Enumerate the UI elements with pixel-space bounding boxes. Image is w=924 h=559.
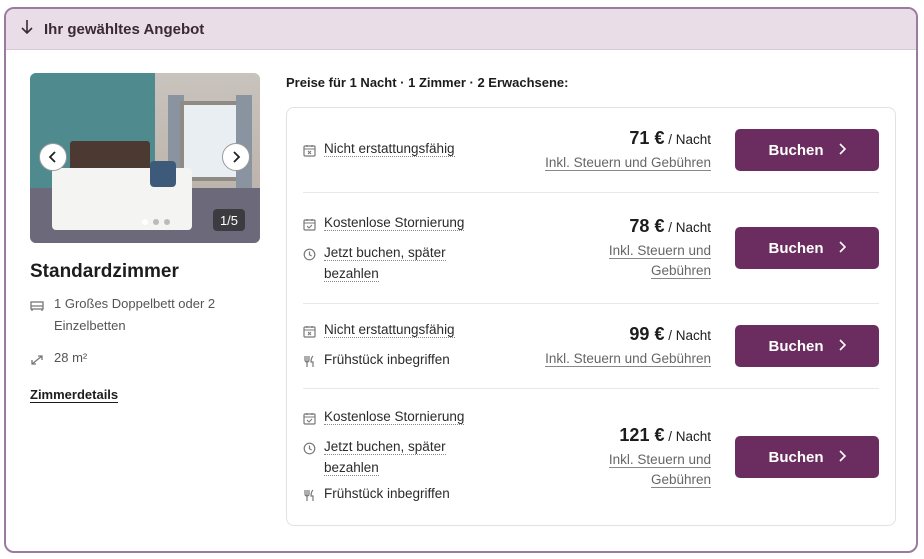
room-bed-info: 1 Großes Doppelbett oder 2 Einzelbetten: [30, 293, 262, 337]
tax-info-link[interactable]: Inkl. Steuern und Gebühren: [531, 241, 711, 281]
chevron-right-icon: [233, 151, 241, 163]
chevron-right-icon: [838, 240, 846, 257]
offer-feature-label: Frühstück inbegriffen: [324, 351, 450, 367]
tax-info-link[interactable]: Inkl. Steuern und Gebühren: [531, 450, 711, 490]
book-button[interactable]: Buchen: [735, 129, 879, 171]
price-amount: 99 €: [629, 323, 665, 344]
offer-row: Nicht erstattungsfähig Frühstück inbegrif…: [303, 304, 879, 389]
offers-list: Nicht erstattungsfähig 71 € / Nacht Inkl. …: [286, 107, 896, 526]
calendar-check-icon: [303, 406, 317, 431]
photo-next-button[interactable]: [222, 143, 250, 171]
offer-row: Nicht erstattungsfähig 71 € / Nacht Inkl. …: [303, 108, 879, 193]
offer-feature[interactable]: Nicht erstattungsfähig: [303, 319, 523, 344]
offer-features: Nicht erstattungsfähig Frühstück inbegrif…: [303, 304, 523, 389]
clock-icon: [303, 242, 317, 284]
arrow-down-icon: [20, 19, 34, 40]
chevron-right-icon: [838, 142, 846, 159]
room-panel: 1/5 Standardzimmer 1 Großes Doppelbett o…: [30, 73, 262, 404]
book-button-label: Buchen: [768, 337, 824, 355]
offer-row: Kostenlose Stornierung Jetzt buchen, spät…: [303, 389, 879, 525]
offer-feature-label: Jetzt buchen, später bezahlen: [324, 439, 446, 476]
offer-feature-label: Kostenlose Stornierung: [324, 409, 465, 425]
price-amount: 121 €: [619, 424, 665, 445]
book-button[interactable]: Buchen: [735, 325, 879, 367]
book-button[interactable]: Buchen: [735, 227, 879, 269]
calendar-x-icon: [303, 138, 317, 163]
room-bed-text: 1 Großes Doppelbett oder 2 Einzelbetten: [54, 296, 216, 333]
offer-feature-label: Jetzt buchen, später bezahlen: [324, 245, 446, 282]
photo-prev-button[interactable]: [39, 143, 67, 171]
offer-feature: Frühstück inbegriffen: [303, 483, 523, 508]
offer-feature-label: Frühstück inbegriffen: [324, 486, 450, 501]
offer-price: 99 € / Nacht Inkl. Steuern und Gebühren: [531, 324, 719, 369]
offers-heading: Preise für 1 Nacht · 1 Zimmer · 2 Erwach…: [286, 75, 569, 90]
room-size-info: 28 m²: [30, 347, 262, 373]
price-unit: / Nacht: [664, 219, 711, 235]
card-header[interactable]: Ihr gewähltes Angebot: [6, 9, 916, 50]
calendar-check-icon: [303, 212, 317, 237]
room-size-text: 28 m²: [54, 350, 88, 365]
offer-feature[interactable]: Nicht erstattungsfähig: [303, 138, 523, 163]
room-name: Standardzimmer: [30, 261, 179, 282]
price-unit: / Nacht: [664, 428, 711, 444]
room-details-link[interactable]: Zimmerdetails: [30, 387, 119, 403]
price-amount: 71 €: [629, 127, 665, 148]
price-unit: / Nacht: [664, 327, 711, 343]
offer-features: Kostenlose Stornierung Jetzt buchen, spät…: [303, 391, 523, 523]
offer-feature-label: Nicht erstattungsfähig: [324, 140, 455, 157]
expand-icon: [30, 347, 46, 373]
cutlery-icon: [303, 483, 317, 508]
offer-feature: Frühstück inbegriffen: [303, 349, 523, 374]
offer-price: 78 € / Nacht Inkl. Steuern und Gebühren: [531, 216, 719, 281]
price-amount: 78 €: [629, 215, 665, 236]
tax-info-link[interactable]: Inkl. Steuern und Gebühren: [531, 349, 711, 369]
chevron-right-icon: [838, 338, 846, 355]
price-unit: / Nacht: [664, 131, 711, 147]
offer-feature[interactable]: Jetzt buchen, später bezahlen: [303, 242, 523, 284]
offer-features: Nicht erstattungsfähig: [303, 123, 523, 178]
book-button-label: Buchen: [768, 239, 824, 257]
offer-feature[interactable]: Kostenlose Stornierung: [303, 212, 523, 237]
book-button-label: Buchen: [768, 141, 824, 159]
clock-icon: [303, 436, 317, 478]
bed-icon: [30, 293, 46, 337]
book-button-label: Buchen: [768, 448, 824, 466]
offer-feature[interactable]: Jetzt buchen, später bezahlen: [303, 436, 523, 478]
offers-panel: Preise für 1 Nacht · 1 Zimmer · 2 Erwach…: [286, 75, 896, 526]
cutlery-icon: [303, 349, 317, 374]
offer-price: 121 € / Nacht Inkl. Steuern und Gebühren: [531, 425, 719, 490]
calendar-x-icon: [303, 319, 317, 344]
card-title: Ihr gewähltes Angebot: [44, 20, 205, 38]
selected-offer-card: Ihr gewähltes Angebot 1/5 Standardzimmer: [4, 7, 918, 553]
book-button[interactable]: Buchen: [735, 436, 879, 478]
offer-feature[interactable]: Kostenlose Stornierung: [303, 406, 523, 431]
offer-feature-label: Nicht erstattungsfähig: [324, 321, 455, 338]
offer-feature-label: Kostenlose Stornierung: [324, 215, 465, 231]
photo-dots[interactable]: [142, 219, 170, 225]
room-photo[interactable]: 1/5: [30, 73, 260, 243]
tax-info-link[interactable]: Inkl. Steuern und Gebühren: [531, 153, 711, 173]
offer-features: Kostenlose Stornierung Jetzt buchen, spät…: [303, 197, 523, 299]
photo-counter: 1/5: [213, 209, 245, 231]
chevron-right-icon: [838, 449, 846, 466]
offer-price: 71 € / Nacht Inkl. Steuern und Gebühren: [531, 128, 719, 173]
chevron-left-icon: [48, 151, 56, 163]
offer-row: Kostenlose Stornierung Jetzt buchen, spät…: [303, 193, 879, 304]
